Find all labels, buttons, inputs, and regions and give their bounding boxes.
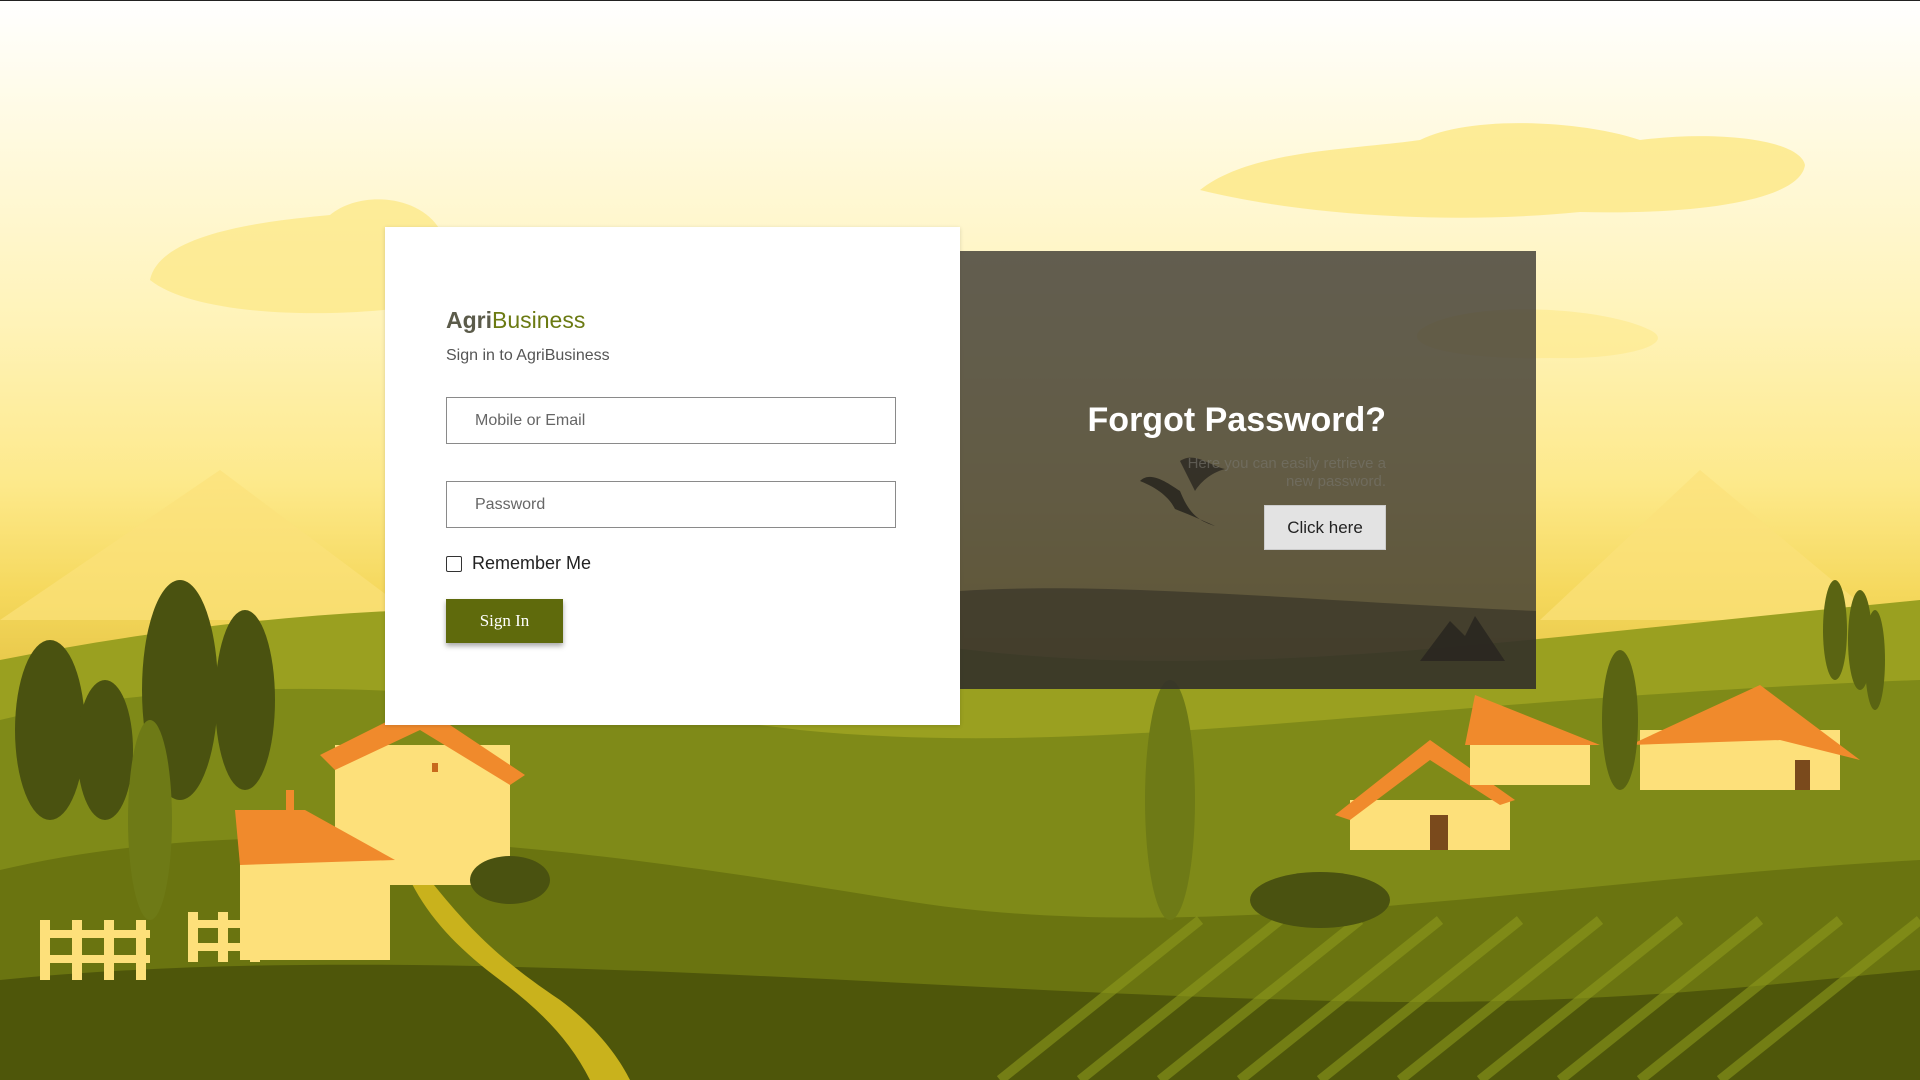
forgot-password-description: Here you can easily retrieve a new passw… [1187,455,1386,490]
remember-me-label: Remember Me [472,553,592,573]
cloud-right [1200,123,1805,218]
remember-me-checkbox[interactable] [446,555,462,572]
email-field[interactable] [446,397,896,444]
forgot-password-panel: Forgot Password? Here you can easily ret… [960,251,1536,689]
brand-part-business: Business [492,307,586,333]
login-card: AgriBusiness Sign in to AgriBusiness Rem… [385,227,960,725]
brand-logo: AgriBusiness [446,307,585,334]
password-field[interactable] [446,481,896,528]
brand-part-agri: Agri [446,307,492,333]
remember-me-row[interactable]: Remember Me [446,553,591,574]
sign-in-button[interactable]: Sign In [446,599,563,643]
forgot-password-title: Forgot Password? [1087,401,1386,439]
signin-subtitle: Sign in to AgriBusiness [446,347,610,364]
forgot-password-button[interactable]: Click here [1264,505,1386,550]
